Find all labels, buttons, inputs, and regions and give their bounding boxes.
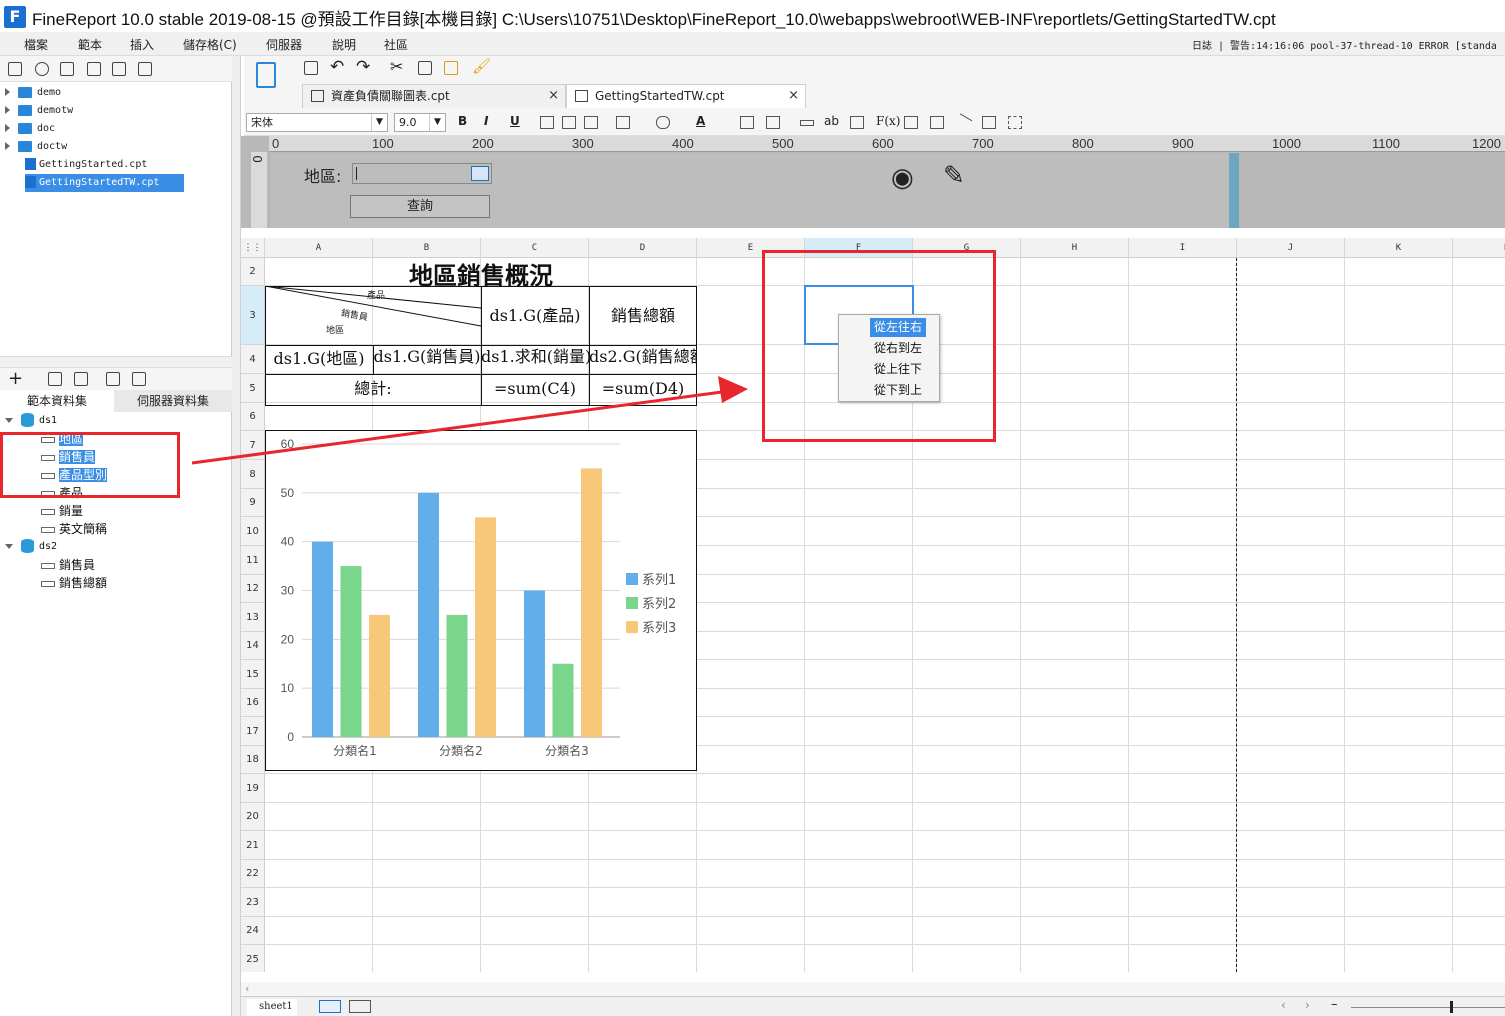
annotation-arrow <box>191 376 748 465</box>
